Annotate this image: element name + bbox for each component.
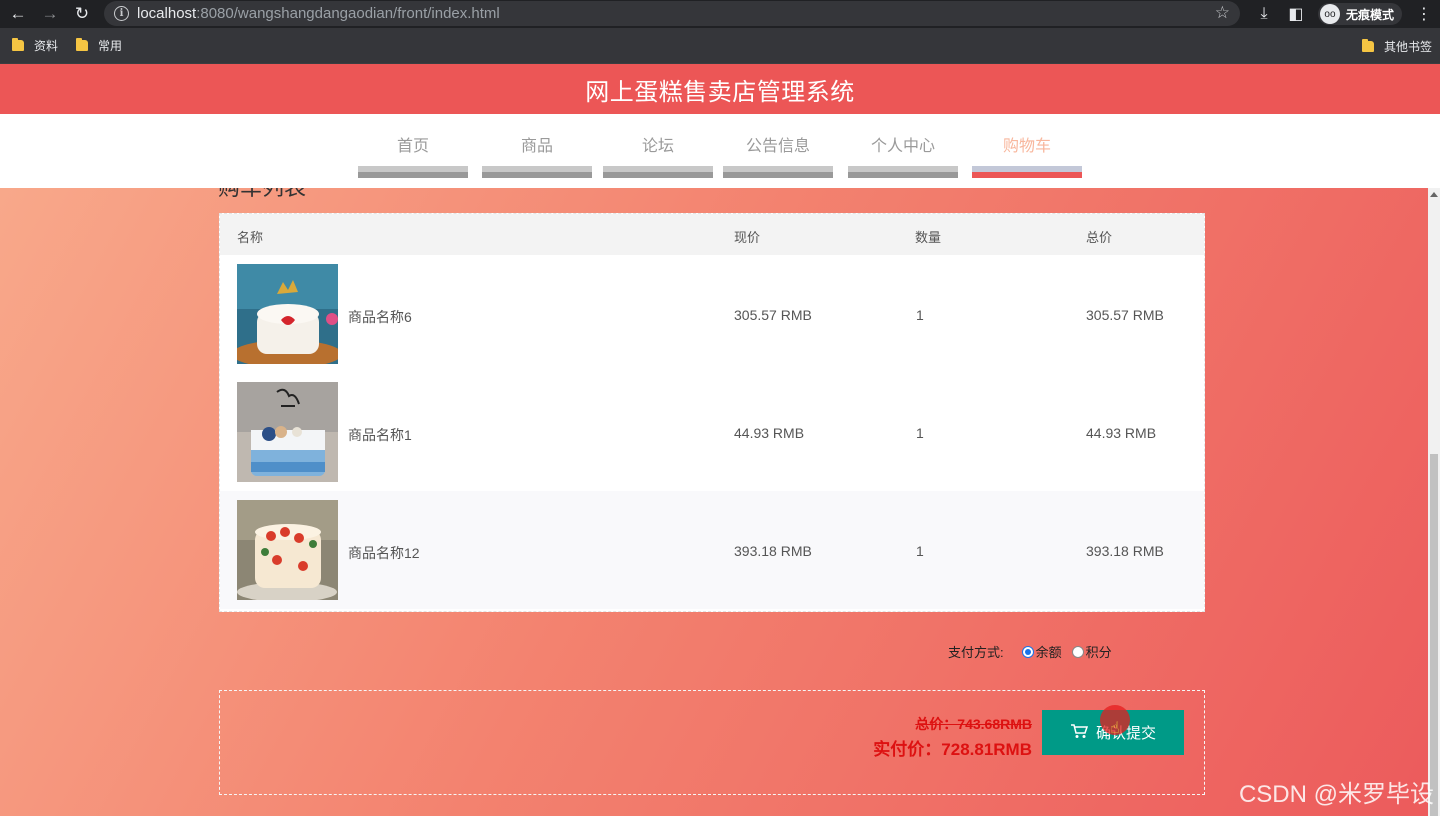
cart-table: 名称 现价 数量 总价 商品名称6 305.57 RMB 1 305.57 RM…	[219, 213, 1205, 612]
incognito-icon: oo	[1319, 4, 1340, 24]
main-nav: 首页 商品 论坛 公告信息 个人中心 购物车	[0, 114, 1440, 188]
other-bookmarks-label: 其他书签	[1383, 39, 1432, 54]
folder-icon	[1361, 38, 1374, 52]
item-total: 393.18 RMB	[1086, 543, 1164, 559]
nav-underline	[358, 166, 468, 178]
cart-heading: 购车列表	[218, 188, 306, 202]
cake-image	[237, 500, 338, 600]
table-row: 商品名称12 393.18 RMB 1 393.18 RMB	[220, 491, 1204, 609]
site-title: 网上蛋糕售卖店管理系统	[585, 78, 855, 106]
radio-points-label[interactable]: 积分	[1086, 642, 1112, 661]
bookmark-label: 常用	[98, 39, 123, 53]
nav-underline	[972, 166, 1082, 178]
nav-products[interactable]: 商品	[482, 136, 592, 178]
actual-total: 实付价：728.81RMB	[873, 740, 1032, 759]
nav-label: 商品	[520, 138, 553, 155]
column-header: 现价	[734, 230, 761, 245]
watermark: CSDN @米罗毕设	[1238, 781, 1434, 808]
item-name: 商品名称1	[348, 427, 412, 443]
radio-points[interactable]	[1071, 645, 1084, 658]
folder-icon	[76, 38, 89, 51]
scroll-up-icon[interactable]	[1430, 192, 1438, 197]
nav-label: 购物车	[1002, 138, 1051, 155]
radio-balance-label[interactable]: 余额	[1036, 642, 1062, 661]
column-header: 名称	[237, 230, 264, 245]
address-bar[interactable]: i localhost:8080/wangshangdangaodian/fro…	[104, 1, 1240, 26]
browser-toolbar: ← → ↻ i localhost:8080/wangshangdangaodi…	[0, 0, 1440, 28]
nav-profile[interactable]: 个人中心	[848, 136, 958, 178]
back-icon[interactable]: ←	[4, 0, 32, 28]
nav-underline	[603, 166, 713, 178]
item-price: 44.93 RMB	[734, 425, 805, 441]
folder-icon	[12, 38, 24, 51]
item-quantity: 1	[916, 307, 924, 323]
item-name: 商品名称6	[348, 309, 412, 325]
payment-label: 支付方式:	[948, 645, 1004, 660]
item-total: 305.57 RMB	[1086, 307, 1164, 323]
download-icon[interactable]: ⤓	[1248, 5, 1280, 23]
nav-underline	[848, 166, 958, 178]
nav-cart[interactable]: 购物车	[972, 136, 1082, 178]
original-total: 总价：743.68RMB	[915, 716, 1032, 732]
radio-balance[interactable]	[1021, 645, 1034, 658]
nav-underline	[723, 166, 833, 178]
cake-image	[237, 264, 338, 364]
page-scrollbar[interactable]	[1428, 188, 1440, 816]
side-panel-icon[interactable]: ◧	[1280, 4, 1312, 24]
site-header: 网上蛋糕售卖店管理系统	[0, 64, 1440, 114]
table-header: 名称 现价 数量 总价	[220, 214, 1204, 255]
bookmark-label: 资料	[34, 39, 59, 53]
nav-label: 论坛	[641, 138, 674, 155]
menu-icon[interactable]: ⋮	[1408, 4, 1440, 24]
nav-underline	[482, 166, 592, 178]
url-host: localhost	[137, 5, 197, 22]
item-price: 305.57 RMB	[734, 307, 812, 323]
url-path: :8080/wangshangdangaodian/front/index.ht…	[196, 5, 500, 22]
table-row: 商品名称1 44.93 RMB 1 44.93 RMB	[220, 373, 1204, 491]
item-price: 393.18 RMB	[734, 543, 812, 559]
item-quantity: 1	[916, 543, 924, 559]
item-quantity: 1	[916, 425, 924, 441]
bookmark-star-icon[interactable]: ☆	[1215, 3, 1230, 23]
other-bookmarks[interactable]: 其他书签	[1361, 28, 1432, 64]
nav-label: 个人中心	[870, 138, 935, 155]
nav-home[interactable]: 首页	[358, 136, 468, 178]
bookmark-folder[interactable]: 常用	[76, 37, 122, 54]
bookmark-folder[interactable]: 资料	[12, 37, 58, 54]
forward-icon[interactable]: →	[36, 0, 64, 28]
payment-method: 支付方式: 余额 积分	[948, 642, 1122, 661]
info-icon[interactable]: i	[114, 6, 129, 21]
bookmarks-bar: 资料 常用 其他书签	[0, 28, 1440, 64]
table-row: 商品名称6 305.57 RMB 1 305.57 RMB	[220, 255, 1204, 373]
incognito-badge[interactable]: oo 无痕模式	[1317, 3, 1402, 25]
scroll-thumb[interactable]	[1430, 454, 1438, 816]
order-summary: 总价：743.68RMB 实付价：728.81RMB 确认提交	[219, 690, 1205, 795]
pointer-hand-icon: ☝	[1110, 720, 1120, 737]
nav-label: 公告信息	[745, 138, 810, 155]
page-content: 购车列表 名称 现价 数量 总价 商品名称6 3	[0, 188, 1428, 816]
column-header: 总价	[1086, 230, 1113, 245]
nav-label: 首页	[396, 138, 429, 155]
item-name: 商品名称12	[348, 545, 420, 561]
reload-icon[interactable]: ↻	[68, 0, 96, 28]
cake-image	[237, 382, 338, 482]
nav-forum[interactable]: 论坛	[603, 136, 713, 178]
incognito-label: 无痕模式	[1345, 7, 1394, 22]
nav-notices[interactable]: 公告信息	[723, 136, 833, 178]
column-header: 数量	[915, 230, 942, 245]
item-total: 44.93 RMB	[1086, 425, 1157, 441]
cart-icon	[1070, 723, 1089, 743]
